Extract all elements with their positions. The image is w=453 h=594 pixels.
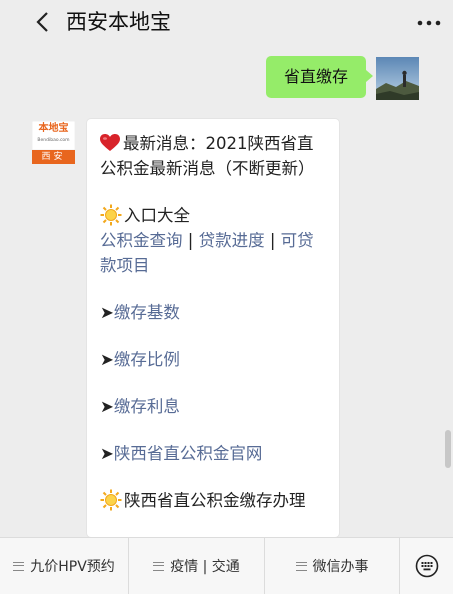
news-paragraph: 最新消息：2021陕西省直公积金最新消息（不断更新） <box>100 131 327 181</box>
truncated-paragraph: 陕西省直公积金缴存办理 <box>100 488 327 513</box>
menu-icon <box>295 561 307 571</box>
menu-icon <box>13 561 25 571</box>
separator: | <box>187 231 194 250</box>
menu-label: 疫情 | 交通 <box>170 559 240 575</box>
keyboard-toggle[interactable] <box>400 538 453 594</box>
item-row: ➤缴存利息 <box>100 394 327 419</box>
menu-wechat-services[interactable]: 微信办事 <box>265 538 399 594</box>
link-deposit-ratio[interactable]: 缴存比例 <box>114 350 180 369</box>
arrow-icon: ➤ <box>100 397 114 416</box>
arrow-icon: ➤ <box>100 350 114 369</box>
item-row: ➤缴存基数 <box>100 300 327 325</box>
bottom-menu-bar: 九价HPV预约 疫情 | 交通 微信办事 <box>0 537 453 594</box>
link-loan-progress[interactable]: 贷款进度 <box>199 231 265 250</box>
keyboard-icon <box>415 554 438 578</box>
scrollbar[interactable] <box>445 430 451 468</box>
link-official-site[interactable]: 陕西省直公积金官网 <box>114 444 263 463</box>
more-icon[interactable] <box>417 18 441 28</box>
back-arrow-icon[interactable] <box>34 9 52 35</box>
arrow-icon: ➤ <box>100 444 114 463</box>
link-deposit-base[interactable]: 缴存基数 <box>114 303 180 322</box>
link-provident-fund-query[interactable]: 公积金查询 <box>100 231 183 250</box>
user-message-bubble[interactable]: 省直缴存 <box>266 56 373 98</box>
menu-label: 微信办事 <box>312 559 369 575</box>
menu-hpv[interactable]: 九价HPV预约 <box>0 538 128 594</box>
arrow-icon: ➤ <box>100 303 114 322</box>
sun-icon <box>100 489 122 511</box>
entry-heading: 入口大全 <box>124 206 190 225</box>
item-row: ➤陕西省直公积金官网 <box>100 441 327 466</box>
chat-title: 西安本地宝 <box>66 10 171 34</box>
bot-avatar-site-text: Bendibao.com <box>37 138 70 143</box>
link-deposit-interest[interactable]: 缴存利息 <box>114 397 180 416</box>
menu-epidemic-traffic[interactable]: 疫情 | 交通 <box>129 538 264 594</box>
entry-paragraph: 入口大全 公积金查询 | 贷款进度 | 可贷款项目 <box>100 203 327 278</box>
menu-label: 九价HPV预约 <box>30 559 115 575</box>
truncated-heading: 陕西省直公积金缴存办理 <box>124 491 306 510</box>
bot-message-bubble: 最新消息：2021陕西省直公积金最新消息（不断更新） 入口大全 公积金查询 | … <box>86 118 340 538</box>
menu-icon <box>153 561 165 571</box>
bot-avatar-logo-text: 本地宝 <box>38 123 69 134</box>
heart-icon <box>100 134 120 151</box>
sun-icon <box>100 204 122 226</box>
separator: | <box>269 231 276 250</box>
item-row: ➤缴存比例 <box>100 347 327 372</box>
user-avatar[interactable] <box>376 57 419 100</box>
news-text: 最新消息：2021陕西省直公积金最新消息（不断更新） <box>100 134 315 178</box>
top-bar: 西安本地宝 <box>0 0 453 46</box>
bot-avatar-city: 西安 <box>41 152 66 162</box>
